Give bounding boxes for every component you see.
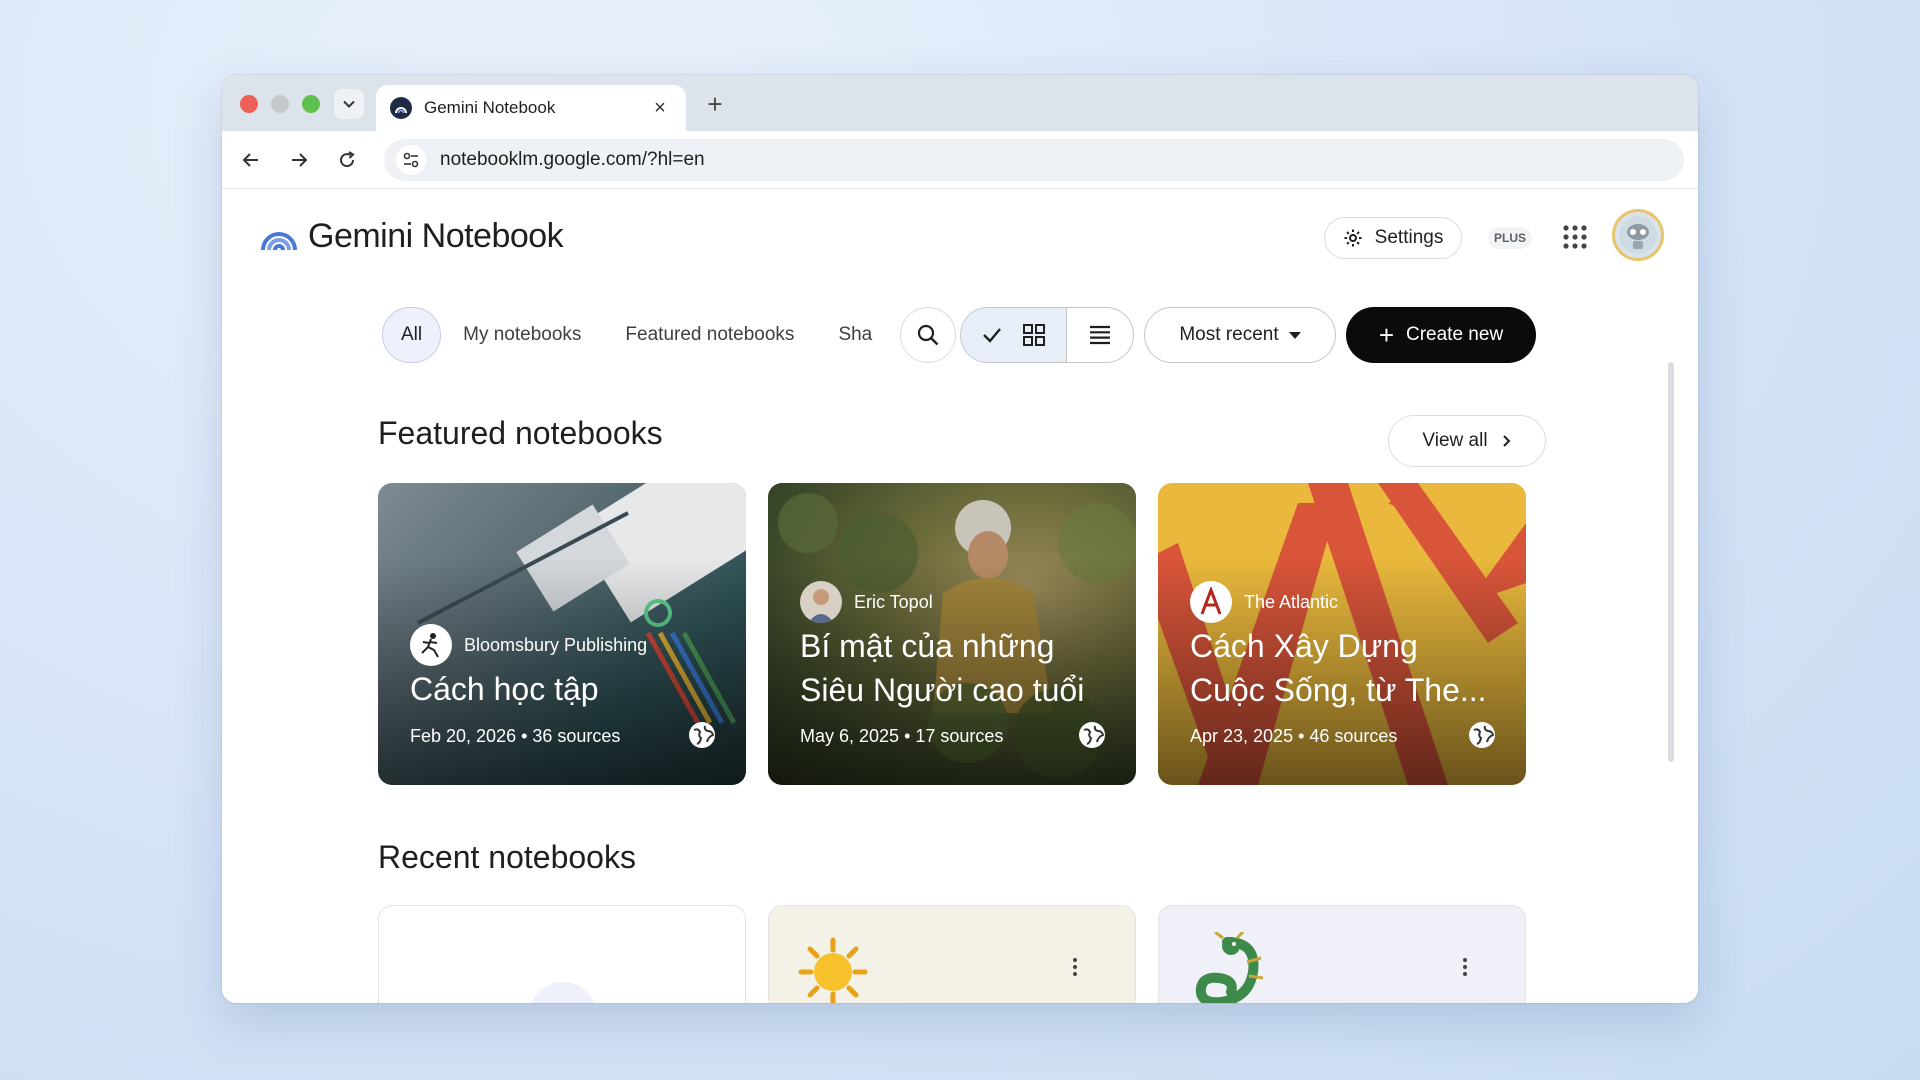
- more-options-icon[interactable]: [1463, 958, 1469, 976]
- page-content: Gemini Notebook Settings PLUS All My not…: [232, 197, 1688, 1003]
- reload-icon: [340, 151, 355, 168]
- caret-down-icon: [1288, 331, 1301, 339]
- view-all-label: View all: [1422, 430, 1488, 451]
- arrow-right-icon: [292, 153, 308, 167]
- new-tab-button[interactable]: +: [700, 89, 730, 119]
- card-publisher: Bloomsbury Publishing: [410, 624, 647, 666]
- create-new-button[interactable]: + Create new: [1346, 307, 1536, 363]
- settings-label: Settings: [1374, 227, 1444, 248]
- sort-label: Most recent: [1179, 324, 1279, 345]
- plus-icon: +: [1378, 320, 1394, 350]
- more-options-icon[interactable]: [1073, 958, 1079, 976]
- filter-chip-all[interactable]: All: [382, 307, 442, 363]
- gear-icon: [1343, 228, 1363, 248]
- card-publisher: The Atlantic: [1190, 581, 1338, 623]
- filter-chips: All My notebooks Featured notebooks Sha: [382, 307, 914, 363]
- site-settings-icon[interactable]: [396, 145, 426, 175]
- account-avatar[interactable]: [1612, 209, 1664, 261]
- close-window-button[interactable]: [240, 95, 258, 113]
- card-publisher: Eric Topol: [800, 581, 933, 623]
- plan-badge: PLUS: [1488, 227, 1532, 249]
- card-title-line-2: Cuộc Sống, từ The...: [1190, 672, 1487, 708]
- settings-button[interactable]: Settings: [1324, 217, 1462, 259]
- public-globe-icon: [689, 722, 715, 748]
- notebook-favicon-icon: [390, 97, 412, 119]
- filter-chip-featured-notebooks[interactable]: Featured notebooks: [603, 307, 816, 363]
- chevron-right-icon: [1500, 434, 1512, 448]
- filter-chip-my-notebooks[interactable]: My notebooks: [441, 307, 603, 363]
- eric-topol-avatar-icon: [800, 581, 842, 623]
- grid-icon: [1023, 324, 1046, 346]
- add-notebook-icon: [529, 982, 597, 1003]
- featured-card[interactable]: The Atlantic Cách Xây Dựng Cuộc Sống, từ…: [1158, 483, 1526, 785]
- search-button[interactable]: [900, 307, 956, 363]
- publisher-name: The Atlantic: [1244, 591, 1339, 612]
- public-globe-icon: [1469, 722, 1495, 748]
- url-field[interactable]: notebooklm.google.com/?hl=en: [384, 139, 1684, 181]
- sun-emoji-icon: [798, 937, 868, 1003]
- browser-window: Gemini Notebook × + notebooklm.google.co…: [222, 75, 1698, 1003]
- minimize-window-button[interactable]: [271, 95, 289, 113]
- filter-chip-shared[interactable]: Sha: [816, 307, 894, 363]
- browser-tab[interactable]: Gemini Notebook ×: [376, 85, 686, 131]
- tab-close-button[interactable]: ×: [648, 97, 672, 120]
- view-all-button[interactable]: View all: [1388, 415, 1546, 467]
- url-text: notebooklm.google.com/?hl=en: [440, 149, 705, 170]
- bloomsbury-logo-icon: [410, 624, 452, 666]
- notebook-card[interactable]: [1158, 905, 1526, 1003]
- recent-section-title: Recent notebooks: [378, 839, 636, 875]
- card-title-line-1: Bí mật của những: [800, 628, 1055, 664]
- apps-grid-icon[interactable]: [1562, 224, 1588, 250]
- search-icon: [917, 324, 939, 346]
- view-toggle: [960, 307, 1134, 363]
- card-meta: May 6, 2025 • 17 sources: [800, 726, 1004, 746]
- card-title-line-1: Cách Xây Dựng: [1190, 628, 1418, 664]
- gemini-notebook-logo-icon: [261, 231, 297, 250]
- maximize-window-button[interactable]: [302, 95, 320, 113]
- address-bar-row: notebooklm.google.com/?hl=en: [222, 131, 1698, 189]
- grid-view-button[interactable]: [961, 308, 1067, 362]
- app-logo[interactable]: Gemini Notebook: [260, 217, 564, 256]
- card-meta: Apr 23, 2025 • 46 sources: [1190, 726, 1398, 746]
- public-globe-icon: [1079, 722, 1105, 748]
- page-scrollbar[interactable]: [1668, 362, 1674, 762]
- sort-dropdown[interactable]: Most recent: [1144, 307, 1336, 363]
- featured-card[interactable]: Bloomsbury Publishing Cách học tập Feb 2…: [378, 483, 746, 785]
- list-icon: [1090, 325, 1110, 345]
- avatar-icon: [1619, 216, 1657, 254]
- create-new-label: Create new: [1406, 324, 1504, 345]
- publisher-name: Eric Topol: [854, 591, 933, 612]
- forward-button[interactable]: [284, 145, 314, 175]
- back-button[interactable]: [236, 145, 266, 175]
- notebook-card[interactable]: [768, 905, 1136, 1003]
- card-title: Cách học tập: [410, 671, 599, 707]
- the-atlantic-logo-icon: [1190, 581, 1232, 623]
- chevron-down-icon: [343, 100, 355, 108]
- app-name: Gemini Notebook: [308, 217, 564, 255]
- publisher-name: Bloomsbury Publishing: [464, 634, 648, 655]
- list-view-button[interactable]: [1067, 308, 1133, 362]
- featured-section-title: Featured notebooks: [378, 415, 663, 451]
- reload-button[interactable]: [332, 145, 362, 175]
- dragon-emoji-icon: [1195, 932, 1264, 1003]
- card-meta: Feb 20, 2026 • 36 sources: [410, 726, 621, 746]
- checkmark-icon: [982, 328, 1001, 343]
- arrow-left-icon: [242, 153, 258, 167]
- card-title-line-2: Siêu Người cao tuổi: [800, 672, 1085, 708]
- featured-card[interactable]: Eric Topol Bí mật của những Siêu Người c…: [768, 483, 1136, 785]
- tab-title: Gemini Notebook: [424, 98, 556, 117]
- tab-bar: Gemini Notebook × +: [222, 75, 1698, 131]
- create-notebook-card[interactable]: [378, 905, 746, 1003]
- tab-search-button[interactable]: [334, 89, 364, 119]
